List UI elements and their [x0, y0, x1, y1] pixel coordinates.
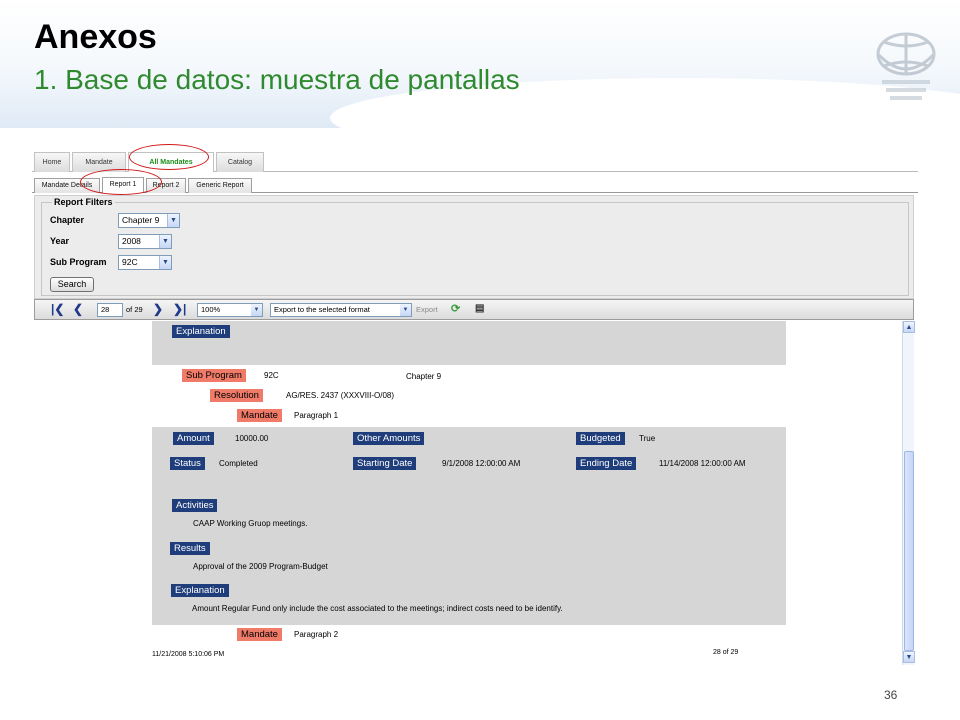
report-viewer: Explanation Sub Program 92C Chapter 9 Re…	[34, 321, 902, 665]
status-value: Completed	[219, 459, 258, 468]
subprogram-label: Sub Program	[50, 257, 107, 267]
report-filters-fieldset: Report Filters Chapter Chapter 9 ▼ Year …	[41, 197, 909, 296]
report-footer-page: 28 of 29	[713, 649, 739, 656]
activities-label: Activities	[172, 499, 218, 512]
slide-subtitle: 1. Base de datos: muestra de pantallas	[34, 64, 520, 95]
explanation-label-top: Explanation	[172, 325, 230, 338]
resolution-field-value: AG/RES. 2437 (XXXVIII-O/08)	[286, 391, 395, 400]
subprogram-field-label: Sub Program	[182, 369, 246, 382]
chapter-select-value: Chapter 9	[122, 215, 160, 225]
previous-page-icon[interactable]: ❮	[73, 302, 83, 316]
amount-value: 10000.00	[235, 434, 269, 443]
app-screenshot: Home Mandate All Mandates Catalog Mandat…	[32, 144, 918, 676]
report-section-top	[152, 321, 786, 365]
mandate-2-field-value: Paragraph 2	[294, 630, 339, 639]
tab-home[interactable]: Home	[34, 152, 70, 172]
mandate-field-value: Paragraph 1	[294, 411, 339, 420]
export-format-value: Export to the selected format	[274, 305, 370, 314]
search-button[interactable]: Search	[50, 277, 94, 292]
slide-title: Anexos	[34, 18, 157, 56]
export-link[interactable]: Export	[416, 305, 438, 314]
activities-value: CAAP Working Gruop meetings.	[193, 519, 308, 528]
chapter-label: Chapter	[50, 215, 85, 225]
report-filters-legend: Report Filters	[52, 197, 115, 207]
explanation-label: Explanation	[171, 584, 229, 597]
resolution-field-label: Resolution	[210, 389, 263, 402]
report-footer-timestamp: 11/21/2008 5:10:06 PM	[152, 651, 225, 658]
year-select[interactable]: 2008 ▼	[118, 234, 172, 249]
subprogram-select[interactable]: 92C ▼	[118, 255, 172, 270]
refresh-icon[interactable]: ⟳	[451, 302, 460, 316]
chevron-down-icon: ▼	[159, 256, 171, 269]
report-scrollbar[interactable]: ▲ ▼	[902, 321, 915, 665]
explanation-value: Amount Regular Fund only include the cos…	[192, 604, 563, 613]
last-page-icon[interactable]: ❯|	[173, 302, 186, 316]
status-label: Status	[170, 457, 205, 470]
chevron-down-icon: ▼	[251, 304, 262, 316]
annotation-circle-all-mandates	[129, 144, 209, 170]
year-select-value: 2008	[122, 236, 141, 246]
other-amounts-label: Other Amounts	[353, 432, 425, 445]
page-number-input[interactable]: 28	[97, 303, 123, 317]
subprogram-select-value: 92C	[122, 257, 138, 267]
mandate-field-label: Mandate	[237, 409, 282, 422]
ending-date-label: Ending Date	[576, 457, 637, 470]
report-filters-panel: Report Filters Chapter Chapter 9 ▼ Year …	[34, 195, 914, 299]
oas-logo-icon	[876, 32, 936, 100]
page-count-text: of 29	[126, 305, 143, 314]
zoom-value: 100%	[201, 305, 221, 314]
starting-date-value: 9/1/2008 12:00:00 AM	[442, 459, 521, 468]
chevron-down-icon: ▼	[400, 304, 411, 316]
scroll-down-icon[interactable]: ▼	[903, 651, 915, 663]
scroll-thumb[interactable]	[904, 451, 914, 651]
starting-date-label: Starting Date	[353, 457, 417, 470]
annotation-circle-report-1	[80, 169, 162, 195]
scroll-up-icon[interactable]: ▲	[903, 321, 915, 333]
results-label: Results	[170, 542, 210, 555]
tab-catalog[interactable]: Catalog	[216, 152, 264, 172]
chapter-field-value: Chapter 9	[406, 372, 442, 381]
tab-generic-report[interactable]: Generic Report	[188, 178, 252, 193]
chevron-down-icon: ▼	[159, 235, 171, 248]
amount-label: Amount	[173, 432, 214, 445]
next-page-icon[interactable]: ❯	[153, 302, 163, 316]
page-number: 36	[884, 688, 898, 702]
first-page-icon[interactable]: |❮	[51, 302, 64, 316]
sub-tab-bar: Mandate Details Report 1 Report 2 Generi…	[32, 177, 918, 193]
slide: Anexos 1. Base de datos: muestra de pant…	[0, 0, 960, 720]
report-toolbar: |❮ ❮ 28 of 29 ❯ ❯| 100% ▼ Export to the …	[34, 299, 914, 320]
budgeted-label: Budgeted	[576, 432, 625, 445]
chevron-down-icon: ▼	[167, 214, 179, 227]
zoom-select[interactable]: 100% ▼	[197, 303, 263, 317]
results-value: Approval of the 2009 Program-Budget	[193, 562, 328, 571]
budgeted-value: True	[639, 434, 656, 443]
chapter-select[interactable]: Chapter 9 ▼	[118, 213, 180, 228]
export-format-select[interactable]: Export to the selected format ▼	[270, 303, 412, 317]
mandate-2-field-label: Mandate	[237, 628, 282, 641]
subprogram-field-value: 92C	[264, 371, 279, 380]
year-label: Year	[50, 236, 70, 246]
ending-date-value: 11/14/2008 12:00:00 AM	[659, 459, 746, 468]
print-icon[interactable]: ▤	[475, 302, 484, 316]
